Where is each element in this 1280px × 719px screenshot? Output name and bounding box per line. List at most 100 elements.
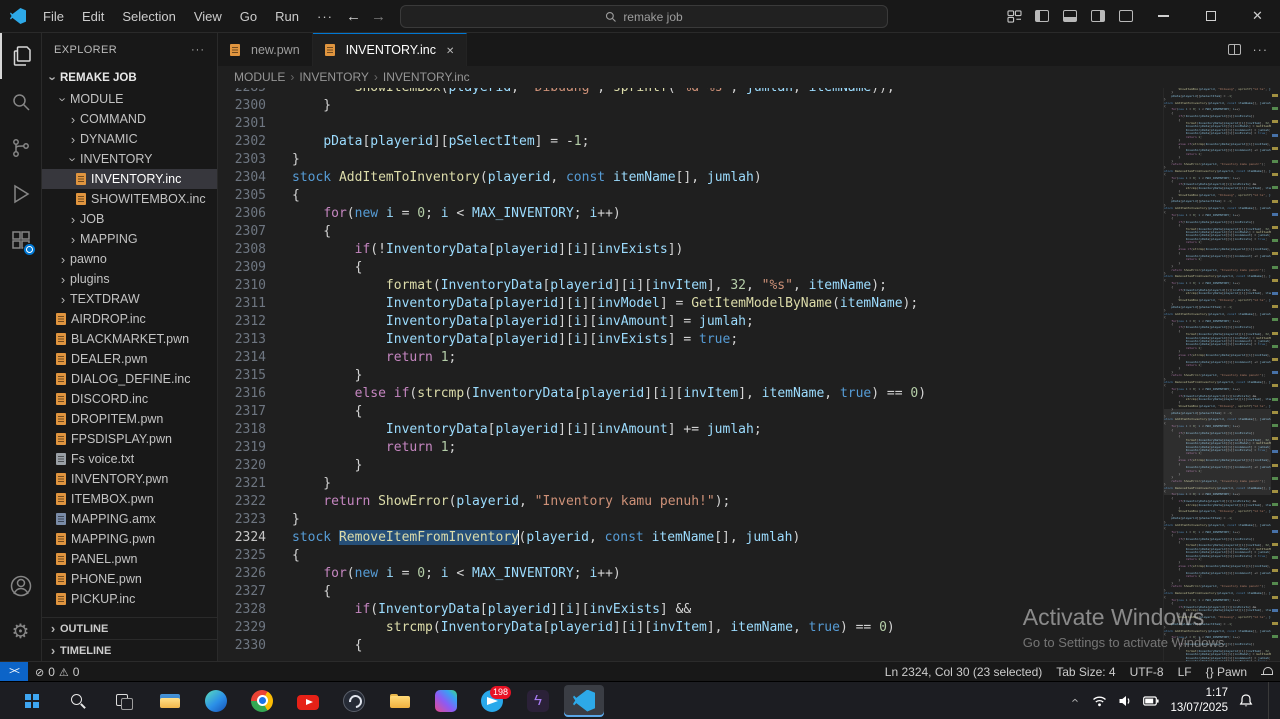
code-line[interactable]: 2329 strcmp(InventoryData[playerid][i][i… [218, 619, 1163, 637]
tree-item-textdraw[interactable]: TEXTDRAW [42, 289, 217, 309]
line-number[interactable]: 2312 [218, 313, 266, 331]
code-line[interactable]: 2310 format(InventoryData[playerid][i][i… [218, 277, 1163, 295]
taskbar-youtube[interactable] [288, 685, 328, 717]
tab-new-pwn[interactable]: new.pwn [218, 33, 313, 66]
line-number[interactable]: 2324 [218, 529, 266, 547]
code-line[interactable]: 2305{ [218, 187, 1163, 205]
line-number[interactable]: 2317 [218, 403, 266, 421]
taskbar-zap[interactable] [518, 685, 558, 717]
tree-item-module[interactable]: MODULE [42, 89, 217, 109]
timeline-section[interactable]: TIMELINE [42, 639, 217, 661]
code-line[interactable]: 2301 [218, 115, 1163, 133]
tree-item-fs-voice-txt[interactable]: Fs voice.txt [42, 449, 217, 469]
line-number[interactable]: 2300 [218, 97, 266, 115]
line-number[interactable]: 2303 [218, 151, 266, 169]
line-number[interactable]: 2329 [218, 619, 266, 637]
code-line[interactable]: 2313 InventoryData[playerid][i][invExist… [218, 331, 1163, 349]
code-line[interactable]: 2326 for(new i = 0; i < MAX_INVENTORY; i… [218, 565, 1163, 583]
tree-item-mapping[interactable]: MAPPING [42, 229, 217, 249]
breadcrumb-item[interactable]: INVENTORY [299, 70, 369, 84]
minimap[interactable]: ShowItemBox(playerid, "Dibuang", sprintf… [1163, 88, 1271, 661]
code-line[interactable]: 2321 } [218, 475, 1163, 493]
outline-section[interactable]: OUTLINE [42, 617, 217, 639]
notifications-icon[interactable] [1254, 666, 1280, 678]
eol[interactable]: LF [1171, 665, 1199, 679]
taskbar-clock[interactable]: 1:17 13/07/2025 [1170, 686, 1228, 716]
code-line[interactable]: 2316 else if(strcmp(InventoryData[player… [218, 385, 1163, 403]
language-mode[interactable]: {} Pawn [1199, 665, 1254, 679]
maximize-button[interactable] [1188, 0, 1233, 33]
code-line[interactable]: 2318 InventoryData[playerid][i][invAmoun… [218, 421, 1163, 439]
minimap-slider[interactable] [1164, 409, 1271, 495]
code-line[interactable]: 2319 return 1; [218, 439, 1163, 457]
line-number[interactable]: 2301 [218, 115, 266, 133]
code-line[interactable]: 2328 if(InventoryData[playerid][i][invEx… [218, 601, 1163, 619]
tree-item-command[interactable]: COMMAND [42, 109, 217, 129]
code-line[interactable]: 2311 InventoryData[playerid][i][invModel… [218, 295, 1163, 313]
line-number[interactable]: 2330 [218, 637, 266, 655]
show-desktop-button[interactable] [1268, 682, 1272, 719]
line-number[interactable]: 2314 [218, 349, 266, 367]
line-number[interactable]: 2323 [218, 511, 266, 529]
line-number[interactable]: 2309 [218, 259, 266, 277]
back-icon[interactable]: ← [346, 8, 361, 25]
breadcrumb-item[interactable]: INVENTORY.inc [383, 70, 470, 84]
line-number[interactable]: 2322 [218, 493, 266, 511]
search-box[interactable]: remake job [400, 5, 888, 28]
taskbar-chrome[interactable] [242, 685, 282, 717]
line-number[interactable]: 2328 [218, 601, 266, 619]
minimize-button[interactable] [1141, 0, 1186, 33]
toggle-secondary-sidebar-icon[interactable] [1085, 3, 1111, 29]
editor-more-icon[interactable] [1253, 43, 1269, 57]
line-number[interactable]: 2285 [218, 88, 266, 97]
wifi-icon[interactable] [1092, 695, 1107, 707]
line-number[interactable]: 2318 [218, 421, 266, 439]
code-line[interactable]: 2330 { [218, 637, 1163, 655]
taskbar-photos[interactable] [426, 685, 466, 717]
tree-item-pawno[interactable]: pawno [42, 249, 217, 269]
close-window-button[interactable]: ✕ [1235, 0, 1280, 33]
remote-indicator[interactable]: >< [0, 662, 28, 681]
line-number[interactable]: 2313 [218, 331, 266, 349]
code-line[interactable]: 2327 { [218, 583, 1163, 601]
line-number[interactable]: 2327 [218, 583, 266, 601]
tree-item-job[interactable]: JOB [42, 209, 217, 229]
cursor-position[interactable]: Ln 2324, Col 30 (23 selected) [878, 665, 1049, 679]
volume-icon[interactable] [1118, 695, 1132, 707]
customize-layout-icon[interactable] [1113, 3, 1139, 29]
code-line[interactable]: 2323} [218, 511, 1163, 529]
toggle-primary-sidebar-icon[interactable] [1029, 3, 1055, 29]
search-sidebar-icon[interactable] [0, 79, 42, 125]
line-number[interactable]: 2304 [218, 169, 266, 187]
breadcrumb-item[interactable]: MODULE [234, 70, 285, 84]
line-number[interactable]: 2326 [218, 565, 266, 583]
line-number[interactable]: 2305 [218, 187, 266, 205]
close-tab-icon[interactable] [442, 43, 454, 57]
tab-inventory-inc[interactable]: INVENTORY.inc [313, 33, 468, 66]
profile-grid-icon[interactable] [1001, 3, 1027, 29]
code-lines[interactable]: 2285 ShowItemBox(playerid, "Dibuang", sp… [218, 88, 1163, 661]
tab-size[interactable]: Tab Size: 4 [1049, 665, 1122, 679]
line-number[interactable]: 2325 [218, 547, 266, 565]
code-line[interactable]: 2325{ [218, 547, 1163, 565]
tree-item-dealer-pwn[interactable]: DEALER.pwn [42, 349, 217, 369]
menu-run[interactable]: Run [266, 0, 308, 33]
line-number[interactable]: 2302 [218, 133, 266, 151]
split-editor-icon[interactable] [1228, 44, 1241, 55]
line-number[interactable]: 2321 [218, 475, 266, 493]
taskbar-obs[interactable] [334, 685, 374, 717]
tree-root-remake-job[interactable]: REMAKE JOB [42, 67, 217, 89]
tree-item-showitembox-inc[interactable]: SHOWITEMBOX.inc [42, 189, 217, 209]
settings-gear-icon[interactable]: ⚙ [0, 609, 42, 655]
toggle-panel-icon[interactable] [1057, 3, 1083, 29]
line-number[interactable]: 2316 [218, 385, 266, 403]
tree-item-blackmarket-pwn[interactable]: BLACKMARKET.pwn [42, 329, 217, 349]
battery-icon[interactable] [1143, 696, 1159, 706]
problems-status[interactable]: 0 0 [28, 665, 86, 679]
taskbar-vscode[interactable] [564, 685, 604, 717]
code-line[interactable]: 2320 } [218, 457, 1163, 475]
tree-item-fpsdisplay-pwn[interactable]: FPSDISPLAY.pwn [42, 429, 217, 449]
code-line[interactable]: 2324stock RemoveItemFromInventory(player… [218, 529, 1163, 547]
tree-item-panel-pwn[interactable]: PANEL.pwn [42, 549, 217, 569]
code-line[interactable]: 2322 return ShowError(playerid, "Invento… [218, 493, 1163, 511]
